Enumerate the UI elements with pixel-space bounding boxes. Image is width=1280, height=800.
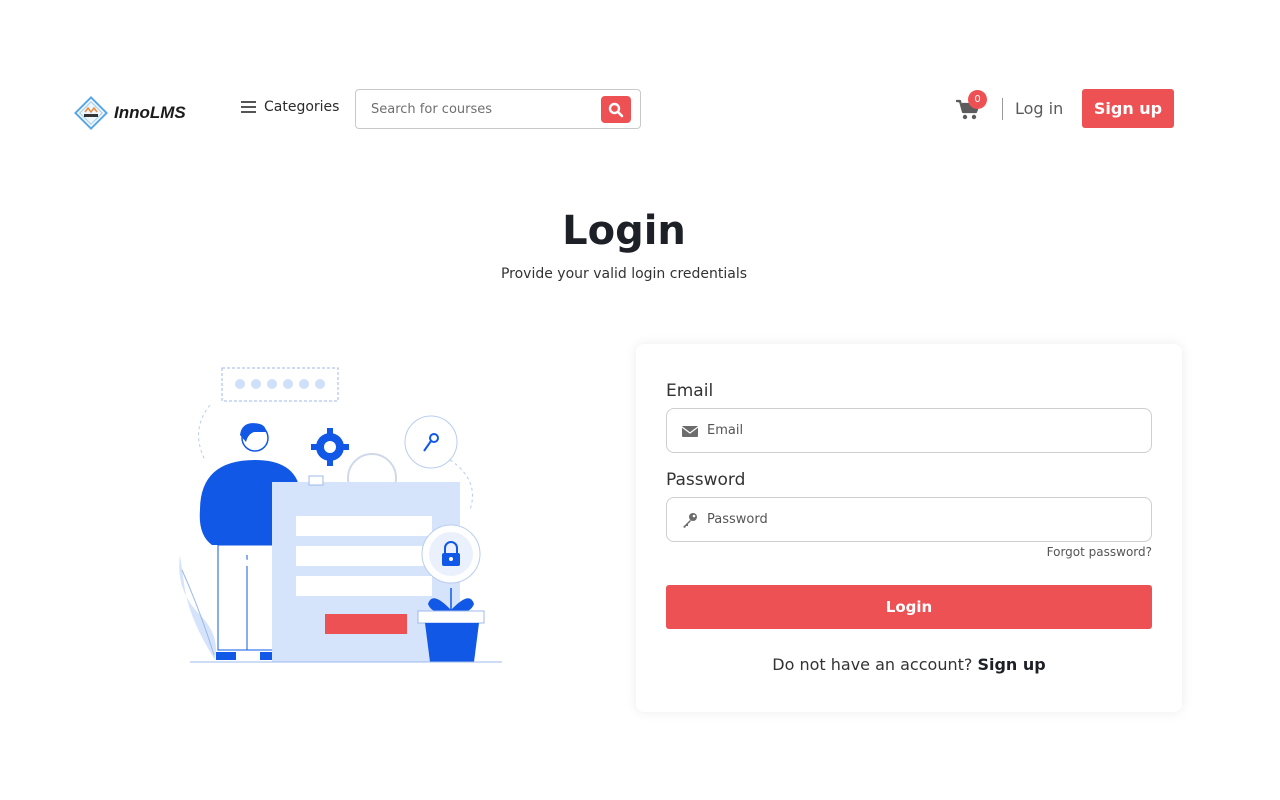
header-divider — [1002, 98, 1003, 120]
site-header: InnoLMS Categories 0 Log in Sign up — [0, 0, 1280, 160]
search-input[interactable] — [357, 91, 597, 127]
page-title: Login — [562, 208, 686, 254]
login-submit-button[interactable]: Login — [666, 585, 1152, 629]
key-icon — [683, 513, 697, 528]
login-card: Email Password Forgot password? Login Do… — [636, 344, 1182, 712]
cart-count-badge: 0 — [968, 90, 987, 109]
forgot-password-link[interactable]: Forgot password? — [1047, 545, 1152, 559]
password-label: Password — [666, 470, 746, 490]
password-field[interactable] — [707, 499, 1137, 540]
envelope-icon — [681, 426, 699, 437]
categories-label: Categories — [264, 99, 340, 115]
gear-icon — [311, 428, 349, 466]
login-illustration — [179, 367, 502, 663]
signup-button[interactable]: Sign up — [1082, 89, 1174, 128]
brand-logo[interactable]: InnoLMS — [73, 95, 186, 131]
no-account-text: Do not have an account? — [772, 655, 973, 674]
email-field-wrapper — [666, 408, 1152, 453]
search-icon — [608, 102, 624, 117]
search-bar — [355, 89, 641, 129]
password-field-wrapper — [666, 497, 1152, 542]
logo-icon — [74, 96, 108, 130]
email-field[interactable] — [707, 410, 1137, 451]
signup-link[interactable]: Sign up — [977, 655, 1045, 674]
brand-name: InnoLMS — [114, 103, 186, 122]
search-button[interactable] — [601, 96, 631, 123]
categories-menu[interactable]: Categories — [241, 98, 339, 116]
page-subtitle: Provide your valid login credentials — [500, 266, 748, 282]
login-link[interactable]: Log in — [1015, 99, 1063, 118]
key-icon — [404, 415, 458, 469]
password-dots-icon — [221, 367, 339, 402]
menu-icon — [241, 98, 256, 116]
signup-prompt: Do not have an account? Sign up — [636, 655, 1182, 674]
email-label: Email — [666, 381, 714, 401]
lock-icon — [421, 524, 481, 584]
